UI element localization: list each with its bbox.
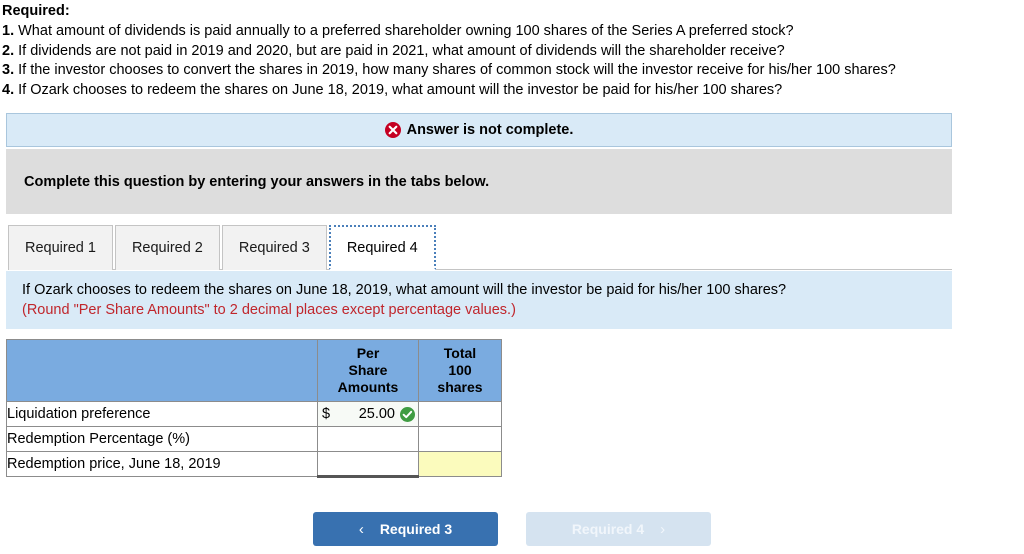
cell-liquidation-preference-total[interactable] [418, 401, 502, 427]
answer-entry-table: Per Share Amounts Total 100 shares Liqui… [6, 339, 502, 478]
table-header: Per Share Amounts Total 100 shares [6, 339, 502, 402]
check-circle-icon [400, 406, 415, 422]
tab-required-3-label: Required 3 [238, 240, 310, 256]
column-header-total-line-3: shares [437, 379, 483, 395]
required-prompt-block: Required: 1. What amount of dividends is… [0, 0, 1024, 100]
column-header-per-share: Per Share Amounts [317, 339, 419, 402]
tab-required-1-label: Required 1 [25, 240, 96, 256]
table-body: Liquidation preference $ 25.00 Redemptio… [6, 401, 502, 478]
tab-required-1[interactable]: Required 1 [8, 225, 113, 270]
question-text: If Ozark chooses to redeem the shares on… [22, 282, 787, 298]
requirement-tab-bar: Required 1 Required 2 Required 3 Require… [8, 225, 1024, 270]
answer-status-banner-inner: Answer is not complete. [384, 122, 574, 138]
cell-liquidation-preference-per-share[interactable]: $ 25.00 [317, 401, 419, 427]
prompt-item-4: 4. If Ozark chooses to redeem the shares… [2, 81, 1018, 101]
table-row: Liquidation preference $ 25.00 [6, 401, 502, 427]
column-header-per-share-line-1: Per [356, 345, 380, 361]
tab-required-3[interactable]: Required 3 [221, 225, 327, 270]
column-header-total-line-1: Total [443, 345, 477, 361]
column-header-total: Total 100 shares [418, 339, 502, 402]
row-label-liquidation-preference: Liquidation preference [6, 401, 318, 427]
column-header-per-share-line-3: Amounts [337, 379, 399, 395]
currency-symbol: $ [322, 406, 331, 422]
table-row: Redemption Percentage (%) [6, 426, 502, 452]
cell-redemption-price-per-share[interactable] [317, 451, 419, 478]
column-header-label [6, 339, 318, 402]
table-row: Redemption price, June 18, 2019 [6, 451, 502, 478]
tab-required-4[interactable]: Required 4 [328, 225, 436, 270]
answer-status-text: Answer is not complete. [406, 122, 574, 138]
prompt-item-2: 2. If dividends are not paid in 2019 and… [2, 42, 1018, 62]
prompt-item-4-text: If Ozark chooses to redeem the shares on… [18, 81, 783, 98]
prompt-item-2-text: If dividends are not paid in 2019 and 20… [18, 42, 785, 59]
chevron-left-icon: ‹ [358, 520, 364, 538]
cell-liquidation-preference-per-share-inner: $ 25.00 [318, 402, 418, 426]
table-header-row: Per Share Amounts Total 100 shares [6, 339, 502, 402]
tab-required-4-label: Required 4 [346, 239, 418, 256]
prompt-item-2-number: 2. [2, 42, 15, 59]
question-panel: If Ozark chooses to redeem the shares on… [6, 271, 952, 329]
prompt-item-3-text: If the investor chooses to convert the s… [18, 62, 896, 78]
prompt-item-4-number: 4. [2, 81, 15, 98]
column-header-per-share-line-2: Share [348, 362, 388, 378]
row-label-redemption-price: Redemption price, June 18, 2019 [6, 451, 318, 477]
tab-required-2-label: Required 2 [131, 240, 203, 256]
tab-required-2[interactable]: Required 2 [114, 225, 220, 270]
prompt-item-1: 1. What amount of dividends is paid annu… [2, 22, 1018, 42]
previous-requirement-label: Required 3 [379, 521, 453, 537]
next-requirement-label: Required 4 [571, 521, 645, 537]
cell-redemption-percentage-per-share[interactable] [317, 426, 419, 452]
instruction-strip: Complete this question by entering your … [6, 149, 952, 214]
row-label-redemption-percentage: Redemption Percentage (%) [6, 426, 318, 452]
prompt-item-1-number: 1. [2, 23, 15, 39]
error-x-icon [384, 122, 401, 138]
column-header-total-line-2: 100 [448, 362, 472, 378]
page-title: Required: [2, 3, 70, 19]
prompt-item-3-number: 3. [2, 62, 15, 78]
rounding-note: (Round "Per Share Amounts" to 2 decimal … [22, 302, 516, 318]
cell-liquidation-preference-per-share-value: 25.00 [358, 406, 395, 422]
answer-status-banner: Answer is not complete. [6, 113, 952, 147]
cell-redemption-price-total[interactable] [418, 451, 502, 477]
navigation-button-row: ‹ Required 3 Required 4 › [0, 512, 1024, 546]
cell-redemption-percentage-total[interactable] [418, 426, 502, 452]
previous-requirement-button[interactable]: ‹ Required 3 [313, 512, 498, 546]
next-requirement-button[interactable]: Required 4 › [526, 512, 711, 546]
prompt-item-1-text: What amount of dividends is paid annuall… [18, 23, 794, 39]
chevron-right-icon: › [660, 520, 666, 538]
prompt-item-3: 3. If the investor chooses to convert th… [2, 61, 1018, 81]
instruction-strip-text: Complete this question by entering your … [24, 173, 490, 190]
